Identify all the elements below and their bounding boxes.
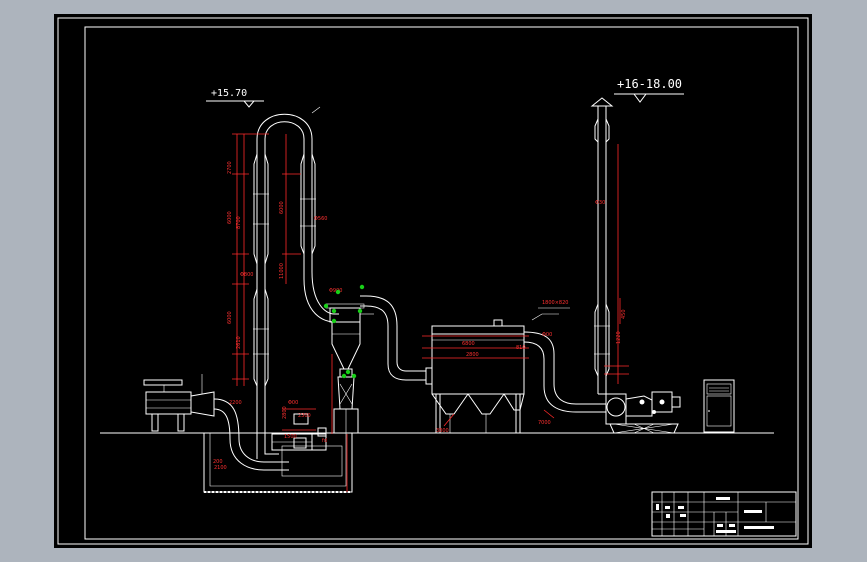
- svg-text:6800: 6800: [462, 341, 475, 347]
- grip-point[interactable]: [345, 369, 351, 375]
- title-block: [651, 491, 797, 537]
- svg-text:1220: 1220: [616, 331, 622, 344]
- drawing-sheet[interactable]: +15.70 2700 6000 8700 6000 2610 6000 110…: [54, 14, 812, 548]
- grip-point[interactable]: [351, 373, 357, 379]
- svg-text:1800×820: 1800×820: [542, 300, 568, 306]
- svg-text:fd: fd: [322, 438, 327, 444]
- control-cabinet: [703, 379, 735, 433]
- svg-text:450: 450: [621, 309, 627, 319]
- svg-text:2300: 2300: [298, 413, 311, 419]
- svg-text:11000: 11000: [279, 263, 285, 279]
- exhaust-stack: Φ30 450 1220: [590, 97, 629, 395]
- svg-text:2100: 2100: [214, 465, 227, 471]
- hot-air-furnace: 2200: [143, 374, 289, 471]
- svg-text:Φ00: Φ00: [542, 332, 552, 338]
- svg-text:2800: 2800: [282, 406, 288, 419]
- grip-point[interactable]: [357, 308, 363, 314]
- svg-text:810: 810: [516, 345, 526, 351]
- cad-viewport[interactable]: +15.70 2700 6000 8700 6000 2610 6000 110…: [0, 0, 867, 562]
- svg-text:Φ00: Φ00: [288, 400, 298, 406]
- grip-point[interactable]: [331, 308, 337, 314]
- grip-point[interactable]: [331, 318, 337, 324]
- svg-text:2610: 2610: [236, 336, 242, 349]
- svg-text:6000: 6000: [279, 201, 285, 214]
- grip-point[interactable]: [323, 303, 329, 309]
- bag-filter: 6800 2800 3800: [422, 319, 529, 434]
- svg-text:8700: 8700: [236, 216, 242, 229]
- outer-frame: [57, 17, 809, 545]
- svg-text:2200: 2200: [229, 400, 242, 406]
- grip-point[interactable]: [335, 289, 341, 295]
- duct-to-fan: 1800×820 810 7000 Φ00: [516, 300, 606, 426]
- svg-text:Φ30: Φ30: [595, 200, 605, 206]
- duct-to-bag-filter: [360, 295, 433, 385]
- svg-text:Φ560: Φ560: [314, 216, 327, 222]
- svg-text:2800: 2800: [466, 352, 479, 358]
- cyclone-separator: Φ900: [323, 284, 365, 434]
- grip-point[interactable]: [341, 373, 347, 379]
- svg-text:3800: 3800: [436, 428, 449, 434]
- svg-text:2700: 2700: [227, 161, 233, 174]
- inner-frame: [84, 26, 799, 540]
- svg-text:1500: 1500: [284, 434, 297, 440]
- svg-text:6000: 6000: [227, 311, 233, 324]
- svg-text:7000: 7000: [538, 420, 551, 426]
- svg-text:Φ800: Φ800: [240, 272, 253, 278]
- elevation-marker-left: +15.70: [206, 88, 264, 108]
- riser-pipe-assembly: [253, 106, 339, 389]
- grip-point[interactable]: [359, 284, 365, 290]
- svg-text:Φ900: Φ900: [329, 288, 342, 294]
- elevation-label-right: +16-18.00: [617, 77, 682, 91]
- elevation-marker-right: +16-18.00: [614, 77, 684, 103]
- elevation-label-left: +15.70: [211, 88, 247, 99]
- induced-draft-fan: [605, 391, 681, 434]
- cad-drawing: +15.70 2700 6000 8700 6000 2610 6000 110…: [57, 17, 809, 545]
- svg-text:6000: 6000: [227, 211, 233, 224]
